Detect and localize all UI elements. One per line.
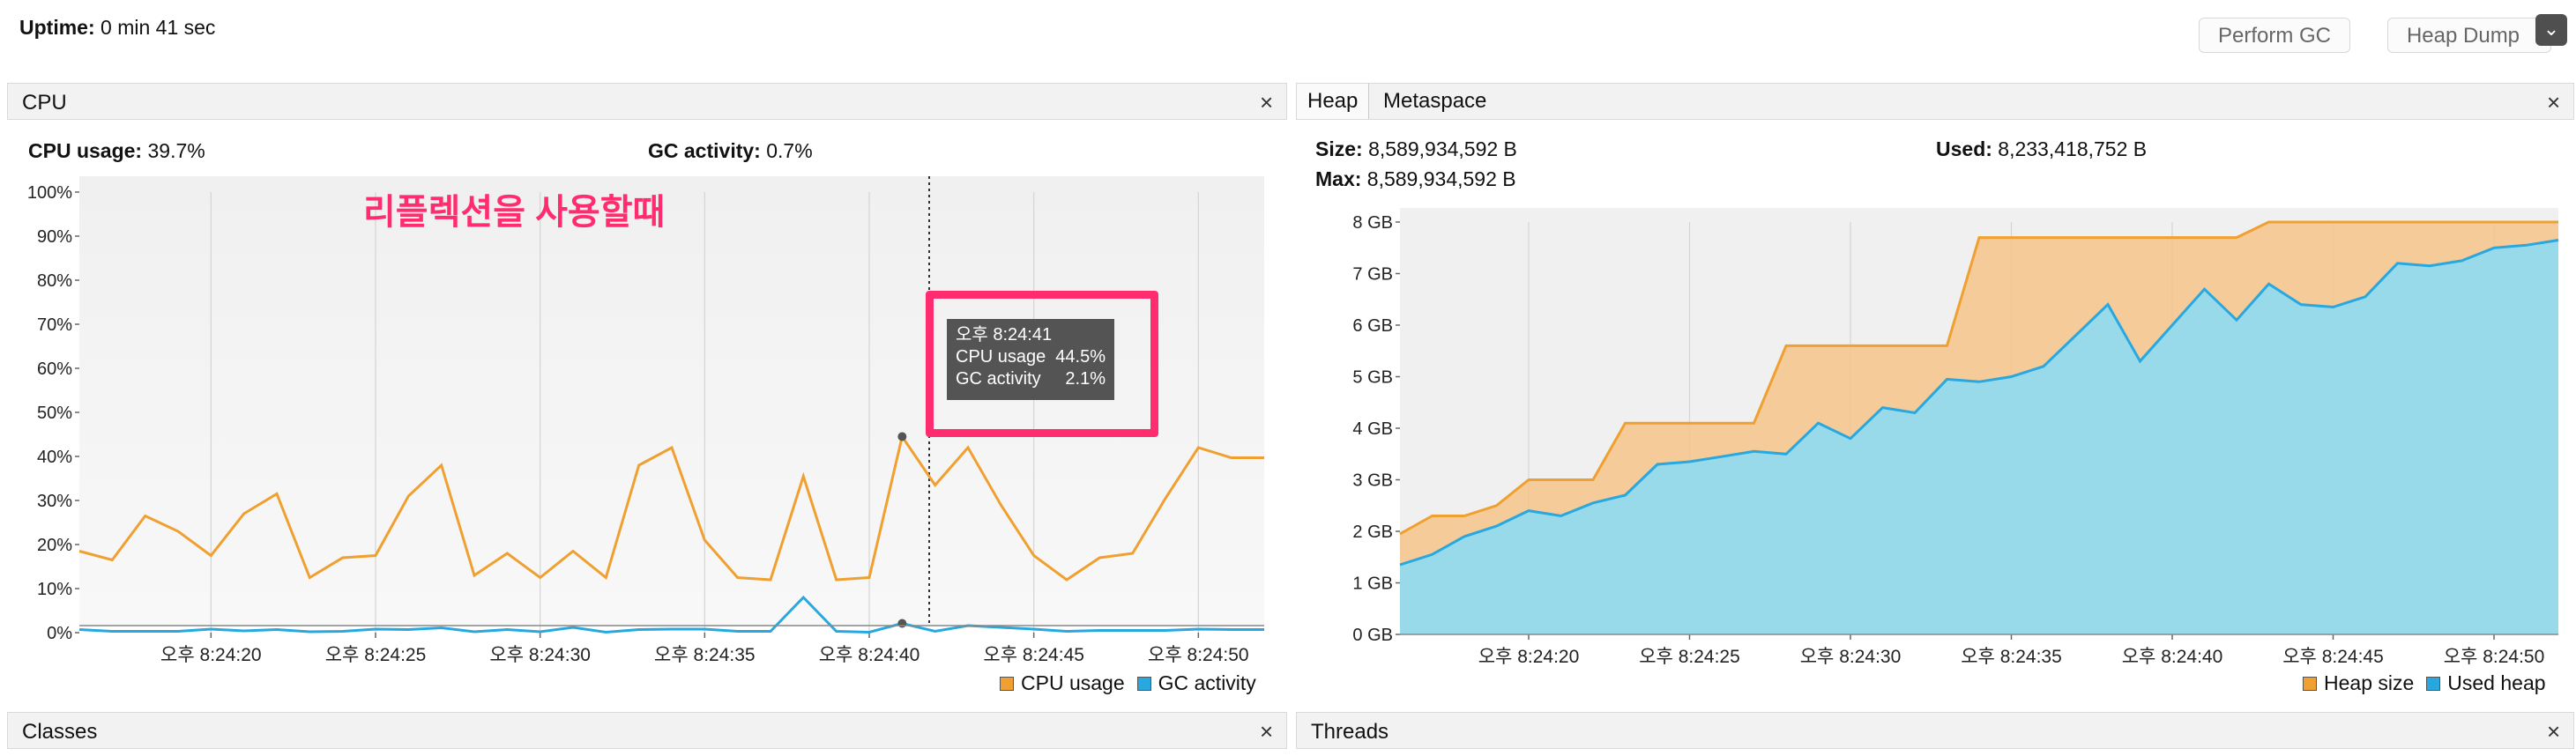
threads-panel-title: Threads xyxy=(1311,720,1389,744)
legend-cpu-usage: CPU usage xyxy=(1021,671,1125,694)
y-tick-label: 2 GB xyxy=(1352,523,1393,542)
close-icon[interactable]: × xyxy=(1260,89,1273,116)
y-tick-label: 4 GB xyxy=(1352,419,1393,439)
heap-max-value: 8,589,934,592 B xyxy=(1366,167,1516,190)
y-tick-label: 40% xyxy=(37,448,72,467)
heap-panel-header: Heap Metaspace × xyxy=(1296,83,2574,120)
used-heap-swatch xyxy=(2426,676,2441,691)
heap-dump-menu-button[interactable]: ⌄ xyxy=(2535,14,2567,46)
y-tick-label: 8 GB xyxy=(1352,213,1393,233)
y-tick-label: 30% xyxy=(37,492,72,511)
uptime-label: Uptime: xyxy=(19,16,95,39)
cpu-legend: CPU usage GC activity xyxy=(1000,671,1256,695)
gc-activity-value: 0.7% xyxy=(766,139,813,162)
legend-used-heap: Used heap xyxy=(2447,671,2546,694)
y-tick-label: 10% xyxy=(37,580,72,599)
x-tick-label: 오후 8:24:40 xyxy=(2122,647,2223,667)
x-tick-label: 오후 8:24:35 xyxy=(654,645,756,665)
y-tick-label: 5 GB xyxy=(1352,368,1393,388)
y-tick-label: 100% xyxy=(27,183,72,203)
x-tick-label: 오후 8:24:30 xyxy=(489,645,591,665)
y-tick-label: 3 GB xyxy=(1352,471,1393,491)
legend-heap-size: Heap size xyxy=(2324,671,2415,694)
legend-gc-activity: GC activity xyxy=(1158,671,1256,694)
series-marker-gc-activity xyxy=(897,619,907,628)
series-marker-cpu-usage xyxy=(897,432,907,441)
y-tick-label: 80% xyxy=(37,271,72,291)
tooltip-gc-label: GC activity xyxy=(956,369,1041,389)
gc-activity-readout: GC activity: 0.7% xyxy=(648,139,813,163)
tooltip-time: 오후 8:24:41 xyxy=(956,325,1053,345)
annotation-text: 리플렉션을 사용할때 xyxy=(363,193,666,232)
heap-chart: 0 GB 1 GB 2 GB 3 GB 4 GB 5 GB 6 GB 7 GB 8 GB 오후 … xyxy=(1352,208,2559,667)
classes-panel-header: Classes × xyxy=(7,712,1287,749)
cpu-usage-value: 39.7% xyxy=(147,139,205,162)
x-tick-label: 오후 8:24:45 xyxy=(983,645,1084,665)
x-tick-label: 오후 8:24:25 xyxy=(325,645,427,665)
y-tick-label: 20% xyxy=(37,536,72,555)
heap-size-swatch xyxy=(2303,676,2317,691)
heap-size-value: 8,589,934,592 B xyxy=(1368,137,1517,160)
cpu-usage-readout: CPU usage: 39.7% xyxy=(28,139,205,163)
heap-max-label: Max: xyxy=(1315,167,1362,190)
classes-panel-title: Classes xyxy=(22,720,98,744)
y-tick-label: 60% xyxy=(37,359,72,379)
y-tick-label: 7 GB xyxy=(1352,265,1393,285)
close-icon[interactable]: × xyxy=(2547,89,2560,116)
cpu-panel-header: CPU × xyxy=(7,83,1287,120)
threads-panel-header: Threads × xyxy=(1296,712,2574,749)
tab-metaspace[interactable]: Metaspace xyxy=(1373,84,1497,119)
tooltip-gc-value: 2.1% xyxy=(1065,369,1106,389)
cpu-tooltip: 오후 8:24:41 CPU usage 44.5% GC activity 2… xyxy=(947,319,1114,400)
cpu-panel-title: CPU xyxy=(22,91,67,115)
x-tick-label: 오후 8:24:50 xyxy=(2444,647,2545,667)
y-tick-label: 1 GB xyxy=(1352,574,1393,594)
tooltip-cpu-label: CPU usage xyxy=(956,347,1046,367)
perform-gc-button[interactable]: Perform GC xyxy=(2199,18,2350,53)
heap-used-readout: Used: 8,233,418,752 B xyxy=(1936,137,2147,161)
close-icon[interactable]: × xyxy=(1260,718,1273,745)
heap-size-label: Size: xyxy=(1315,137,1363,160)
heap-max-readout: Max: 8,589,934,592 B xyxy=(1315,167,1516,191)
chevron-down-icon: ⌄ xyxy=(2542,18,2560,40)
y-tick-label: 0% xyxy=(47,624,72,643)
x-tick-label: 오후 8:24:45 xyxy=(2282,647,2384,667)
tooltip-cpu-value: 44.5% xyxy=(1055,347,1106,367)
gc-activity-label: GC activity: xyxy=(648,139,761,162)
heap-size-readout: Size: 8,589,934,592 B xyxy=(1315,137,1517,161)
cpu-usage-swatch xyxy=(1000,676,1014,691)
heap-used-value: 8,233,418,752 B xyxy=(1998,137,2148,160)
heap-used-label: Used: xyxy=(1936,137,1992,160)
tab-heap[interactable]: Heap xyxy=(1297,84,1370,119)
x-tick-label: 오후 8:24:20 xyxy=(1478,647,1580,667)
x-tick-label: 오후 8:24:25 xyxy=(1639,647,1740,667)
y-tick-label: 50% xyxy=(37,404,72,423)
uptime-readout: Uptime: 0 min 41 sec xyxy=(19,16,215,40)
y-tick-label: 90% xyxy=(37,227,72,247)
heap-dump-button[interactable]: Heap Dump xyxy=(2387,18,2551,53)
x-tick-label: 오후 8:24:40 xyxy=(819,645,920,665)
cpu-usage-label: CPU usage: xyxy=(28,139,143,162)
close-icon[interactable]: × xyxy=(2547,718,2560,745)
y-tick-label: 6 GB xyxy=(1352,316,1393,336)
x-tick-label: 오후 8:24:20 xyxy=(160,645,262,665)
gc-activity-swatch xyxy=(1136,676,1151,691)
y-tick-label: 0 GB xyxy=(1352,626,1393,645)
y-tick-label: 70% xyxy=(37,315,72,335)
uptime-value: 0 min 41 sec xyxy=(101,16,216,39)
heap-legend: Heap size Used heap xyxy=(2303,671,2546,695)
x-tick-label: 오후 8:24:35 xyxy=(1961,647,2062,667)
x-tick-label: 오후 8:24:30 xyxy=(1800,647,1902,667)
x-tick-label: 오후 8:24:50 xyxy=(1148,645,1249,665)
